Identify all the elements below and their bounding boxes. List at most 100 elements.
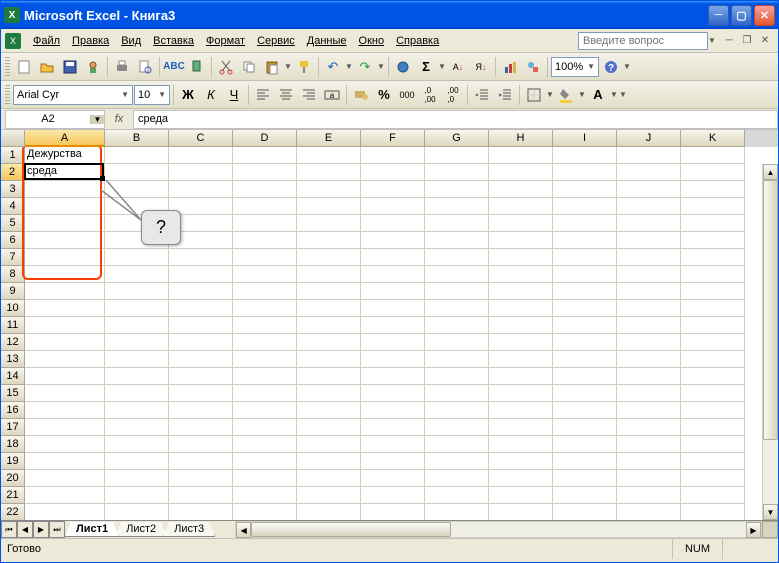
- cell-I10[interactable]: [553, 300, 617, 317]
- cell-J3[interactable]: [617, 181, 681, 198]
- cell-G21[interactable]: [425, 487, 489, 504]
- cell-J10[interactable]: [617, 300, 681, 317]
- cell-K18[interactable]: [681, 436, 745, 453]
- cell-F10[interactable]: [361, 300, 425, 317]
- row-header-21[interactable]: 21: [1, 487, 25, 504]
- cell-E4[interactable]: [297, 198, 361, 215]
- sheet-tab-Лист2[interactable]: Лист2: [115, 522, 167, 537]
- doc-restore-button[interactable]: ❐: [739, 34, 755, 48]
- cell-A6[interactable]: [25, 232, 105, 249]
- cell-C9[interactable]: [169, 283, 233, 300]
- cell-G1[interactable]: [425, 147, 489, 164]
- cut-button[interactable]: [215, 56, 237, 78]
- row-header-16[interactable]: 16: [1, 402, 25, 419]
- cell-E18[interactable]: [297, 436, 361, 453]
- menu-edit[interactable]: Правка: [66, 32, 115, 50]
- decrease-indent-button[interactable]: [471, 84, 493, 106]
- permission-button[interactable]: [82, 56, 104, 78]
- menu-insert[interactable]: Вставка: [147, 32, 200, 50]
- cell-G15[interactable]: [425, 385, 489, 402]
- menu-view[interactable]: Вид: [115, 32, 147, 50]
- cell-F22[interactable]: [361, 504, 425, 520]
- cell-H14[interactable]: [489, 368, 553, 385]
- column-header-F[interactable]: F: [361, 130, 425, 147]
- decrease-decimal-button[interactable]: ,00,0: [442, 84, 464, 106]
- cell-I12[interactable]: [553, 334, 617, 351]
- name-box-dropdown-icon[interactable]: ▼: [90, 115, 104, 124]
- row-header-5[interactable]: 5: [1, 215, 25, 232]
- cell-I8[interactable]: [553, 266, 617, 283]
- cell-K9[interactable]: [681, 283, 745, 300]
- borders-dropdown-icon[interactable]: ▼: [546, 90, 554, 99]
- row-header-6[interactable]: 6: [1, 232, 25, 249]
- cell-F9[interactable]: [361, 283, 425, 300]
- zoom-combo[interactable]: 100%▼: [551, 57, 599, 77]
- cell-H16[interactable]: [489, 402, 553, 419]
- cell-J15[interactable]: [617, 385, 681, 402]
- row-header-2[interactable]: 2: [1, 164, 25, 181]
- cell-F18[interactable]: [361, 436, 425, 453]
- font-color-dropdown-icon[interactable]: ▼: [610, 90, 618, 99]
- scroll-left-button[interactable]: ◀: [236, 522, 251, 538]
- cell-D13[interactable]: [233, 351, 297, 368]
- cells-area[interactable]: Дежурствасреда?: [25, 147, 778, 520]
- cell-D12[interactable]: [233, 334, 297, 351]
- cell-A14[interactable]: [25, 368, 105, 385]
- cell-C7[interactable]: [169, 249, 233, 266]
- cell-F17[interactable]: [361, 419, 425, 436]
- cell-J16[interactable]: [617, 402, 681, 419]
- cell-K16[interactable]: [681, 402, 745, 419]
- cell-C15[interactable]: [169, 385, 233, 402]
- chart-wizard-button[interactable]: [499, 56, 521, 78]
- cell-E1[interactable]: [297, 147, 361, 164]
- help-button[interactable]: ?: [600, 56, 622, 78]
- research-button[interactable]: [186, 56, 208, 78]
- cell-E5[interactable]: [297, 215, 361, 232]
- cell-J18[interactable]: [617, 436, 681, 453]
- cell-D15[interactable]: [233, 385, 297, 402]
- cell-E3[interactable]: [297, 181, 361, 198]
- cell-G17[interactable]: [425, 419, 489, 436]
- cell-A10[interactable]: [25, 300, 105, 317]
- cell-D2[interactable]: [233, 164, 297, 181]
- horizontal-scrollbar[interactable]: ◀ ▶: [235, 521, 762, 538]
- cell-B16[interactable]: [105, 402, 169, 419]
- cell-I17[interactable]: [553, 419, 617, 436]
- cell-G10[interactable]: [425, 300, 489, 317]
- menu-help[interactable]: Справка: [390, 32, 445, 50]
- cell-C17[interactable]: [169, 419, 233, 436]
- cell-J13[interactable]: [617, 351, 681, 368]
- cell-C10[interactable]: [169, 300, 233, 317]
- drawing-button[interactable]: [522, 56, 544, 78]
- cell-K15[interactable]: [681, 385, 745, 402]
- tab-nav-prev-button[interactable]: ◀: [17, 521, 33, 538]
- cell-B14[interactable]: [105, 368, 169, 385]
- cell-D7[interactable]: [233, 249, 297, 266]
- cell-B15[interactable]: [105, 385, 169, 402]
- cell-K5[interactable]: [681, 215, 745, 232]
- cell-K17[interactable]: [681, 419, 745, 436]
- column-header-J[interactable]: J: [617, 130, 681, 147]
- cell-D19[interactable]: [233, 453, 297, 470]
- cell-E11[interactable]: [297, 317, 361, 334]
- cell-G20[interactable]: [425, 470, 489, 487]
- column-header-D[interactable]: D: [233, 130, 297, 147]
- toolbar-options-icon[interactable]: ▼: [619, 90, 627, 99]
- tab-nav-last-button[interactable]: ⏭: [49, 521, 65, 538]
- cell-C12[interactable]: [169, 334, 233, 351]
- cell-C13[interactable]: [169, 351, 233, 368]
- copy-button[interactable]: [238, 56, 260, 78]
- cell-J21[interactable]: [617, 487, 681, 504]
- cell-H12[interactable]: [489, 334, 553, 351]
- underline-button[interactable]: Ч: [223, 84, 245, 106]
- formula-input[interactable]: среда: [133, 110, 778, 129]
- cell-E19[interactable]: [297, 453, 361, 470]
- cell-K6[interactable]: [681, 232, 745, 249]
- column-header-E[interactable]: E: [297, 130, 361, 147]
- row-header-1[interactable]: 1: [1, 147, 25, 164]
- scroll-down-button[interactable]: ▼: [763, 504, 778, 520]
- increase-indent-button[interactable]: [494, 84, 516, 106]
- cell-C11[interactable]: [169, 317, 233, 334]
- increase-decimal-button[interactable]: ,0,00: [419, 84, 441, 106]
- row-header-12[interactable]: 12: [1, 334, 25, 351]
